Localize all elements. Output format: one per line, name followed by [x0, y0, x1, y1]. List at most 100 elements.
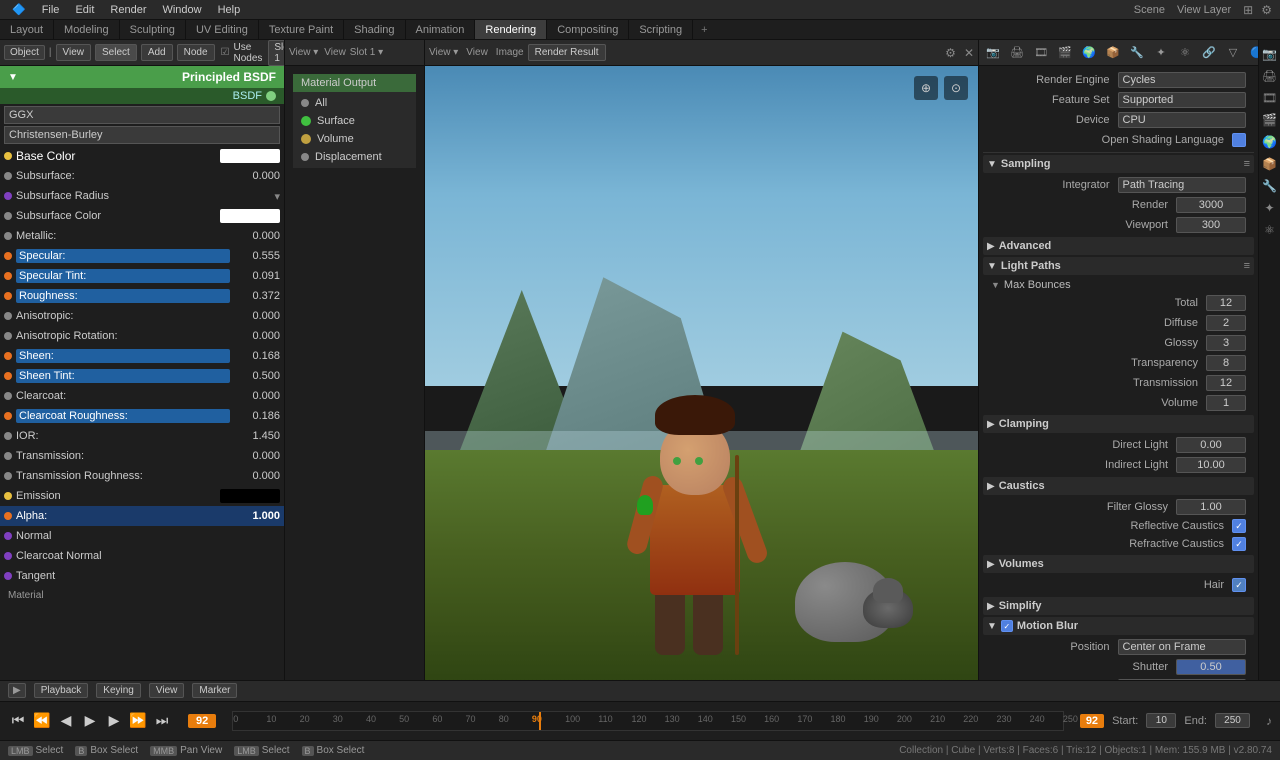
surface-socket[interactable]: [301, 116, 311, 126]
file-menu[interactable]: File: [34, 0, 68, 19]
base-color-swatch[interactable]: [220, 149, 280, 163]
zoom-fit-icon[interactable]: ⊕: [914, 76, 938, 100]
view-label[interactable]: View: [149, 683, 185, 698]
view-layer-icon[interactable]: 🎞: [1031, 43, 1051, 63]
ior-value[interactable]: 1.450: [230, 430, 280, 442]
jump-start-btn[interactable]: ⏮: [8, 711, 28, 731]
alpha-value[interactable]: 1.000: [230, 510, 280, 522]
output-side-icon[interactable]: 🖨: [1260, 66, 1280, 86]
hair-checkbox[interactable]: ✓: [1232, 578, 1246, 592]
roughness-socket[interactable]: [4, 292, 12, 300]
ior-socket[interactable]: [4, 432, 12, 440]
viewport-samples-input[interactable]: [1176, 217, 1246, 233]
view-right[interactable]: View: [466, 47, 488, 58]
displacement-socket[interactable]: [301, 153, 309, 161]
anisotropic-rotation-value[interactable]: 0.000: [230, 330, 280, 342]
roughness-value[interactable]: 0.372: [230, 290, 280, 302]
object-side-icon[interactable]: 📦: [1260, 154, 1280, 174]
tab-texture-paint[interactable]: Texture Paint: [259, 20, 344, 39]
tab-animation[interactable]: Animation: [406, 20, 476, 39]
anisotropic-value[interactable]: 0.000: [230, 310, 280, 322]
integrator-select[interactable]: Path Tracing: [1118, 177, 1247, 193]
world-props-icon[interactable]: 🌍: [1079, 43, 1099, 63]
prev-keyframe-btn[interactable]: ⏪: [32, 711, 52, 731]
modifier-icon[interactable]: 🔧: [1127, 43, 1147, 63]
osl-checkbox[interactable]: [1232, 133, 1246, 147]
viewport-maximize-icon[interactable]: ✕: [964, 46, 974, 60]
filter-glossy-input[interactable]: [1176, 499, 1246, 515]
particles-icon[interactable]: ✦: [1151, 43, 1171, 63]
clearcoat-roughness-socket[interactable]: [4, 412, 12, 420]
select-right-status[interactable]: LMB Select: [234, 745, 289, 756]
particles-side-icon[interactable]: ✦: [1260, 198, 1280, 218]
window-menu[interactable]: Window: [154, 0, 209, 19]
pan-status[interactable]: MMB Pan View: [150, 745, 222, 756]
world-side-icon[interactable]: 🌍: [1260, 132, 1280, 152]
clearcoat-socket[interactable]: [4, 392, 12, 400]
tab-modeling[interactable]: Modeling: [54, 20, 120, 39]
view-dropdown[interactable]: View ▾: [289, 47, 318, 58]
data-icon[interactable]: ▽: [1223, 43, 1243, 63]
settings-icon[interactable]: ⚙: [1261, 3, 1272, 17]
base-color-socket[interactable]: [4, 152, 12, 160]
add-btn[interactable]: Add: [141, 44, 173, 61]
motion-blur-header[interactable]: ▼ ✓ Motion Blur: [983, 617, 1254, 635]
play-btn[interactable]: ▶: [80, 711, 100, 731]
device-select[interactable]: CPU: [1118, 112, 1247, 128]
subsurface-socket[interactable]: [4, 172, 12, 180]
render-slot[interactable]: Slot 1 ▾: [350, 47, 383, 58]
sheen-tint-value[interactable]: 0.500: [230, 370, 280, 382]
sheen-value[interactable]: 0.168: [230, 350, 280, 362]
start-frame-input[interactable]: [1146, 713, 1176, 728]
light-paths-header[interactable]: ▼ Light Paths ≡: [983, 257, 1254, 275]
edit-menu[interactable]: Edit: [67, 0, 102, 19]
tab-scripting[interactable]: Scripting: [629, 20, 693, 39]
clearcoat-roughness-value[interactable]: 0.186: [230, 410, 280, 422]
node-btn[interactable]: Node: [177, 44, 215, 61]
glossy-value-input[interactable]: [1206, 335, 1246, 351]
clamping-header[interactable]: ▶ Clamping: [983, 415, 1254, 433]
tab-compositing[interactable]: Compositing: [547, 20, 629, 39]
position-select[interactable]: Center on Frame: [1118, 639, 1247, 655]
playback-label[interactable]: Playback: [34, 683, 89, 698]
transmission-socket[interactable]: [4, 452, 12, 460]
sampling-header[interactable]: ▼ Sampling ≡: [983, 155, 1254, 173]
view-btn2[interactable]: View: [324, 47, 346, 58]
use-nodes-check[interactable]: ☑: [221, 47, 230, 58]
tab-shading[interactable]: Shading: [344, 20, 405, 39]
alpha-socket[interactable]: [4, 512, 12, 520]
render-engine-select[interactable]: Cycles: [1118, 72, 1247, 88]
tab-uv-editing[interactable]: UV Editing: [186, 20, 259, 39]
bsdf-header[interactable]: ▼ Principled BSDF: [0, 66, 284, 88]
render-menu[interactable]: Render: [102, 0, 154, 19]
slot-dropdown[interactable]: Slot 1: [268, 40, 285, 66]
subsurface-radius-socket[interactable]: [4, 192, 12, 200]
end-frame-input[interactable]: [1215, 713, 1250, 728]
constraints-icon[interactable]: 🔗: [1199, 43, 1219, 63]
metallic-socket[interactable]: [4, 232, 12, 240]
shutter-input[interactable]: [1176, 659, 1246, 675]
step-back-btn[interactable]: ◀: [56, 711, 76, 731]
direct-light-input[interactable]: [1176, 437, 1246, 453]
sheen-socket[interactable]: [4, 352, 12, 360]
object-props-icon[interactable]: 📦: [1103, 43, 1123, 63]
anisotropic-socket[interactable]: [4, 312, 12, 320]
subsurface-method-select[interactable]: Christensen-Burley: [4, 126, 280, 144]
clearcoat-normal-socket[interactable]: [4, 552, 12, 560]
subsurface-value[interactable]: 0.000: [230, 170, 280, 182]
volumes-header[interactable]: ▶ Volumes: [983, 555, 1254, 573]
transmission-value-input[interactable]: [1206, 375, 1246, 391]
view-layer-side-icon[interactable]: 🎞: [1260, 88, 1280, 108]
render-result-btn[interactable]: Render Result: [528, 44, 606, 61]
emission-socket[interactable]: [4, 492, 12, 500]
help-menu[interactable]: Help: [210, 0, 249, 19]
anisotropic-rotation-socket[interactable]: [4, 332, 12, 340]
transparency-value-input[interactable]: [1206, 355, 1246, 371]
sampling-options-icon[interactable]: ≡: [1244, 158, 1250, 170]
motion-blur-enable-check[interactable]: ✓: [1001, 620, 1013, 632]
max-bounces-header[interactable]: ▼ Max Bounces: [983, 277, 1254, 293]
transmission-roughness-socket[interactable]: [4, 472, 12, 480]
box-select-status[interactable]: B Box Select: [75, 745, 138, 756]
material-props-icon[interactable]: 🔵: [1247, 43, 1258, 63]
physics-icon[interactable]: ⚛: [1175, 43, 1195, 63]
